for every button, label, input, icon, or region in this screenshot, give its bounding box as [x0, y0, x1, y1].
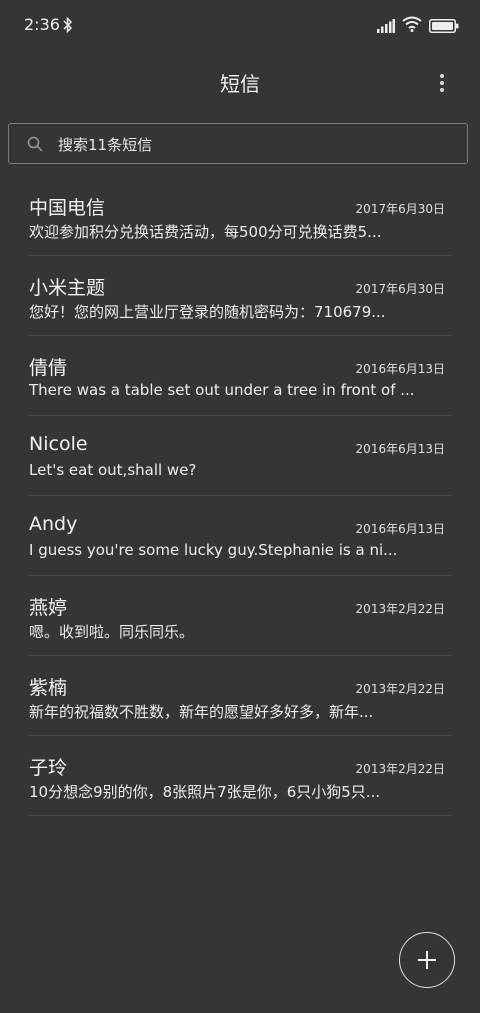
message-date: 2016年6月13日	[355, 442, 445, 456]
page-title: 短信	[220, 72, 260, 96]
conversation-item[interactable]: 倩倩 2016年6月13日 There was a table set out …	[0, 336, 480, 416]
conversation-list: 中国电信 2017年6月30日 欢迎参加积分兑换话费活动，每500分可兑换话费5…	[0, 176, 480, 816]
message-date: 2017年6月30日	[355, 202, 445, 216]
conversation-item[interactable]: 紫楠 2013年2月22日 新年的祝福数不胜数，新年的愿望好多好多，新年...	[0, 656, 480, 736]
status-bar: 2:36	[0, 0, 480, 52]
message-preview: 10分想念9别的你，8张照片7张是你，6只小狗5只...	[29, 783, 381, 801]
message-date: 2016年6月13日	[355, 522, 445, 536]
contact-name: 小米主题	[29, 277, 106, 299]
message-preview: 欢迎参加积分兑换话费活动，每500分可兑换话费5...	[29, 223, 382, 241]
search-icon	[27, 136, 43, 156]
battery-icon	[429, 18, 459, 37]
status-time: 2:36	[24, 15, 60, 34]
conversation-item[interactable]: 子玲 2013年2月22日 10分想念9别的你，8张照片7张是你，6只小狗5只.…	[0, 736, 480, 816]
bluetooth-icon	[63, 16, 73, 37]
message-preview: Let's eat out,shall we?	[29, 461, 197, 479]
message-preview: 嗯。收到啦。同乐同乐。	[29, 623, 195, 641]
conversation-item[interactable]: Andy 2016年6月13日 I guess you're some luck…	[0, 496, 480, 576]
search-input[interactable]: 搜索11条短信	[8, 123, 468, 164]
contact-name: 紫楠	[29, 677, 68, 699]
message-date: 2016年6月13日	[355, 362, 445, 376]
message-preview: I guess you're some lucky guy.Stephanie …	[29, 541, 398, 559]
conversation-item[interactable]: 小米主题 2017年6月30日 您好！您的网上营业厅登录的随机密码为：71067…	[0, 256, 480, 336]
search-placeholder: 搜索11条短信	[58, 136, 153, 154]
message-date: 2013年2月22日	[355, 602, 445, 616]
conversation-item[interactable]: 中国电信 2017年6月30日 欢迎参加积分兑换话费活动，每500分可兑换话费5…	[0, 176, 480, 256]
signal-icon	[377, 18, 395, 37]
conversation-item[interactable]: 燕婷 2013年2月22日 嗯。收到啦。同乐同乐。	[0, 576, 480, 656]
more-vertical-icon	[440, 74, 444, 92]
plus-icon	[418, 951, 436, 969]
message-date: 2013年2月22日	[355, 682, 445, 696]
message-preview: 您好！您的网上营业厅登录的随机密码为：710679...	[29, 303, 386, 321]
new-message-button[interactable]	[399, 932, 455, 988]
conversation-item[interactable]: Nicole 2016年6月13日 Let's eat out,shall we…	[0, 416, 480, 496]
wifi-icon	[402, 16, 422, 36]
message-preview: There was a table set out under a tree i…	[29, 381, 415, 399]
message-date: 2017年6月30日	[355, 282, 445, 296]
message-preview: 新年的祝福数不胜数，新年的愿望好多好多，新年...	[29, 703, 374, 721]
contact-name: 子玲	[29, 757, 68, 779]
contact-name: 燕婷	[29, 597, 68, 619]
more-options-button[interactable]	[430, 70, 454, 96]
contact-name: Nicole	[29, 433, 88, 455]
contact-name: 倩倩	[29, 357, 68, 379]
contact-name: 中国电信	[29, 197, 106, 219]
message-date: 2013年2月22日	[355, 762, 445, 776]
contact-name: Andy	[29, 513, 78, 535]
